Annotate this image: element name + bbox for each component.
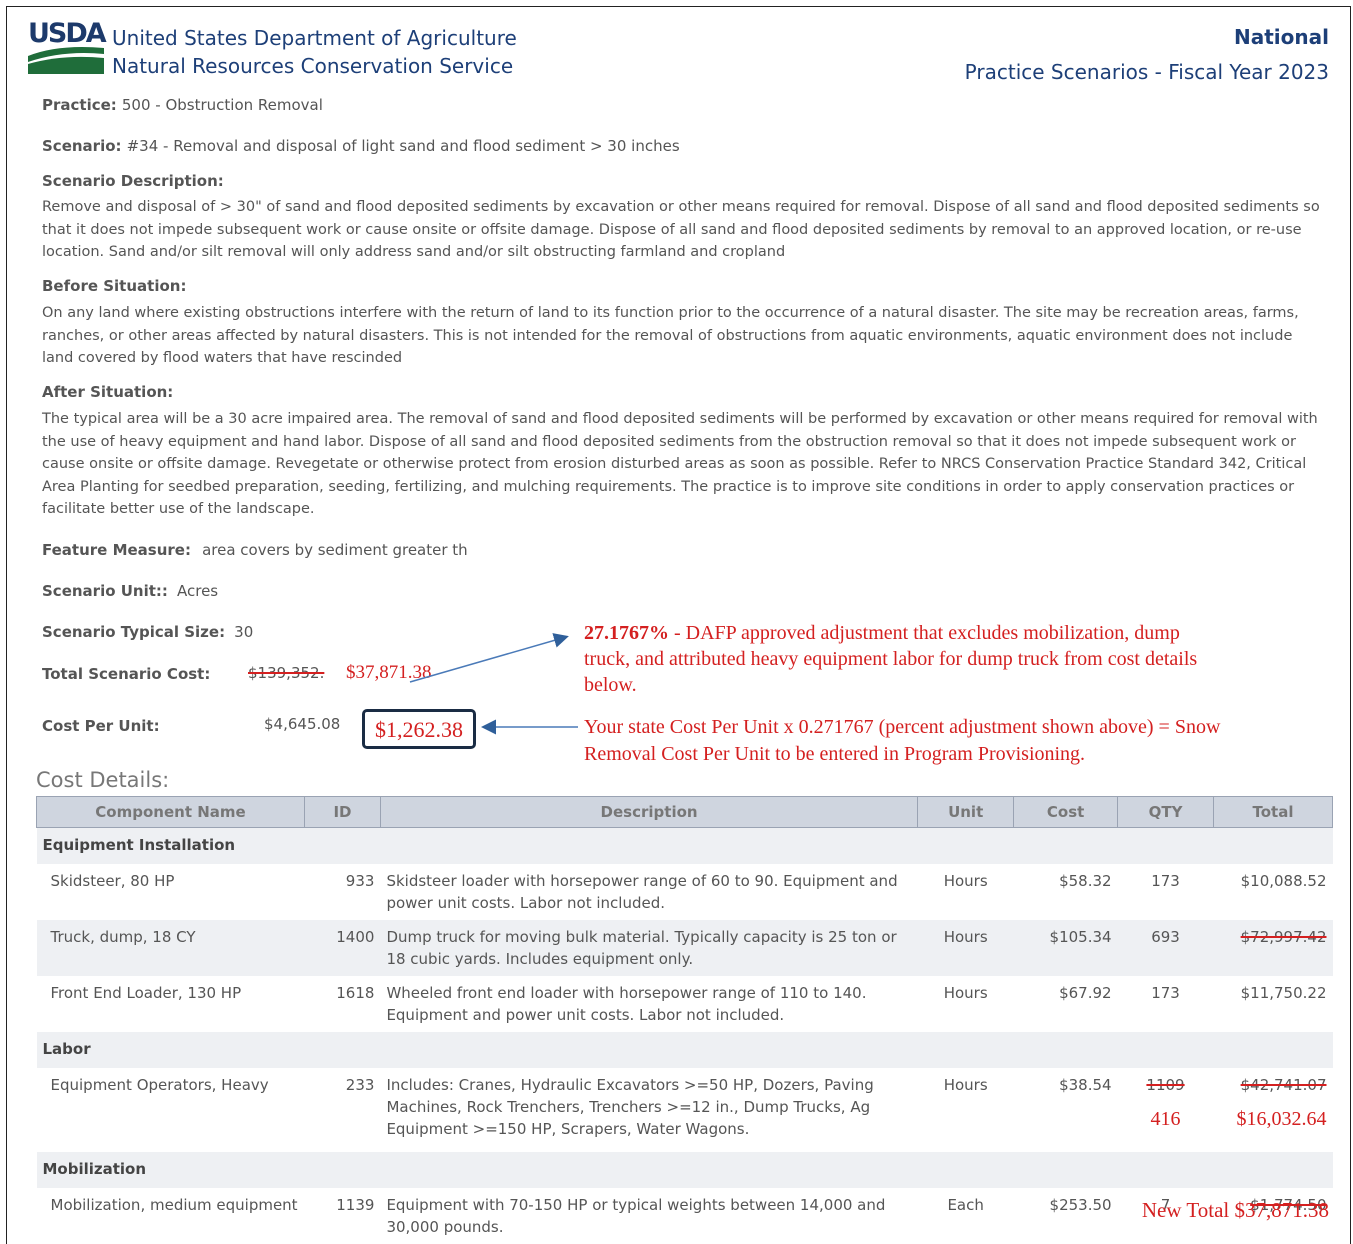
component-unit: Hours (917, 920, 1014, 976)
table-row: Truck, dump, 18 CY 1400 Dump truck for m… (36, 920, 1333, 976)
percent-note: 27.1767% - DAFP approved adjustment that… (584, 620, 1324, 698)
col-header: Description (379, 796, 919, 828)
table-row: Equipment Operators, Heavy 233 Includes:… (37, 1068, 1333, 1152)
component-cost: $38.54 (1059, 1076, 1112, 1094)
component-total-struck: $42,741.07 (1240, 1076, 1327, 1094)
new-total-value: $37,871.38 (1234, 1198, 1330, 1222)
component-cost: $105.34 (1013, 920, 1118, 976)
component-cost: $58.32 (1059, 872, 1112, 890)
group-name: Equipment Installation (36, 827, 1333, 864)
cpu-note-line2: Removal Cost Per Unit to be entered in P… (584, 743, 1086, 765)
percent-value: 27.1767% (584, 622, 669, 644)
percent-note-line2: truck, and attributed heavy equipment la… (584, 648, 1198, 670)
cost-details-title: Cost Details: (36, 768, 170, 792)
cpu-note-line1: Your state Cost Per Unit x 0.271767 (per… (584, 716, 1221, 738)
component-name: Truck, dump, 18 CY (36, 920, 305, 976)
new-total: New Total $37,871.38 (1142, 1198, 1329, 1223)
percent-note-line1: - DAFP approved adjustment that excludes… (669, 622, 1180, 644)
group-row: Equipment Installation (36, 827, 1333, 864)
cpu-note: Your state Cost Per Unit x 0.271767 (per… (584, 714, 1329, 768)
component-name: Equipment Operators, Heavy (50, 1076, 269, 1094)
component-total-struck: $72,997.42 (1213, 920, 1333, 976)
labor-qty-cell: 1109 416 (1118, 1068, 1214, 1152)
labor-total-cell: $42,741.07 $16,032.64 (1213, 1068, 1332, 1152)
new-total-label: New Total (1141, 1198, 1230, 1222)
component-name: Skidsteer, 80 HP (50, 872, 175, 890)
component-desc: Includes: Cranes, Hydraulic Excavators >… (386, 1076, 874, 1138)
labor-qty-new: 416 (1150, 1108, 1181, 1130)
group-name: Labor (36, 1032, 1333, 1068)
component-name: Mobilization, medium equipment (50, 1196, 298, 1214)
component-cost: $253.50 (1049, 1196, 1112, 1214)
component-id: 1139 (336, 1196, 375, 1214)
component-total: $10,088.52 (1240, 872, 1327, 890)
component-id: 233 (345, 1076, 375, 1094)
table-row: Skidsteer, 80 HP 933 Skidsteer loader wi… (37, 864, 1333, 920)
table-row: Mobilization, medium equipment 1139 Equi… (37, 1188, 1333, 1244)
component-desc: Skidsteer loader with horsepower range o… (386, 872, 898, 912)
component-total: $11,750.22 (1240, 984, 1327, 1002)
component-unit: Hours (943, 984, 988, 1002)
table-row: Front End Loader, 130 HP 1618 Wheeled fr… (37, 976, 1333, 1032)
component-qty: 173 (1151, 872, 1180, 890)
component-id: 1400 (304, 920, 381, 976)
component-qty-struck: 1109 (1146, 1076, 1185, 1094)
component-qty: 693 (1117, 920, 1214, 976)
component-id: 1618 (336, 984, 375, 1002)
component-desc: Dump truck for moving bulk material. Typ… (380, 920, 918, 976)
component-id: 933 (345, 872, 375, 890)
col-header: ID (303, 796, 381, 828)
col-header: QTY (1117, 796, 1214, 828)
component-desc: Wheeled front end loader with horsepower… (386, 984, 867, 1024)
cost-details-table: Component Name ID Description Unit Cost … (36, 796, 1334, 1244)
component-unit: Hours (943, 1076, 988, 1094)
component-name: Front End Loader, 130 HP (50, 984, 242, 1002)
component-qty: 173 (1151, 984, 1180, 1002)
group-name: Mobilization (36, 1152, 1333, 1188)
group-row: Mobilization (36, 1152, 1333, 1188)
component-unit: Each (947, 1196, 984, 1214)
group-row: Labor (36, 1032, 1333, 1068)
percent-note-line3: below. (584, 674, 637, 696)
component-desc: Equipment with 70-150 HP or typical weig… (386, 1196, 886, 1236)
component-unit: Hours (943, 872, 988, 890)
col-header: Unit (917, 796, 1015, 828)
component-cost: $67.92 (1059, 984, 1112, 1002)
pct-arrow (409, 633, 569, 683)
col-header: Cost (1013, 796, 1119, 828)
col-header: Total (1212, 796, 1334, 828)
col-header: Component Name (36, 796, 305, 828)
labor-total-new: $16,032.64 (1236, 1108, 1327, 1130)
table-header-row: Component Name ID Description Unit Cost … (36, 796, 1334, 828)
